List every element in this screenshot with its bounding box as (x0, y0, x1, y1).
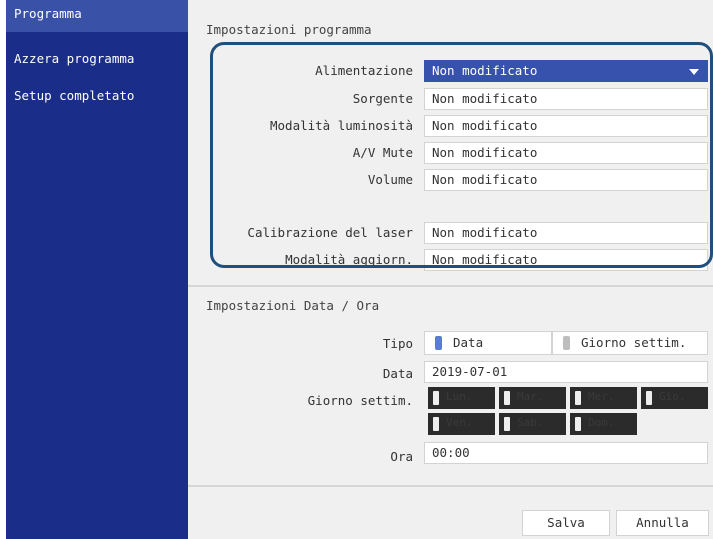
radio-unselected-icon (563, 336, 570, 350)
av-mute-select[interactable]: Non modificato (424, 142, 708, 164)
save-button[interactable]: Salva (522, 510, 610, 536)
sorgente-select[interactable]: Non modificato (424, 88, 708, 110)
weekday-toggle-mer[interactable]: Mer. (570, 387, 637, 409)
modalita-aggiorn-select[interactable]: Non modificato (424, 249, 708, 271)
sidebar-item-label: Programma (14, 6, 82, 21)
select-value: Non modificato (432, 63, 538, 78)
weekday-toggle-dom[interactable]: Dom. (570, 413, 637, 435)
checkbox-icon (504, 391, 510, 405)
checkbox-icon (575, 391, 581, 405)
label-ora: Ora (390, 449, 413, 464)
projector-menu-window: Programma Azzera programma Setup complet… (6, 0, 713, 539)
volume-select[interactable]: Non modificato (424, 169, 708, 191)
radio-selected-icon (435, 336, 442, 350)
label-tipo: Tipo (382, 336, 413, 351)
weekday-label: Dom. (588, 416, 615, 429)
weekday-label: Lun. (446, 390, 473, 403)
checkbox-icon (504, 417, 510, 431)
checkbox-icon (575, 417, 581, 431)
alimentazione-select[interactable]: Non modificato (424, 60, 708, 82)
label-modalita-aggiorn: Modalità aggiorn. (285, 252, 413, 267)
checkbox-icon (433, 417, 439, 431)
label-data: Data (382, 366, 413, 381)
weekday-toggle-lun[interactable]: Lun. (428, 387, 495, 409)
weekday-label: Mer. (588, 390, 615, 403)
section-divider (188, 285, 713, 287)
checkbox-icon (433, 391, 439, 405)
label-volume: Volume (367, 172, 413, 187)
time-field[interactable]: 00:00 (424, 442, 708, 464)
cancel-button[interactable]: Annulla (616, 510, 709, 536)
sidebar-item-label: Setup completato (14, 88, 135, 103)
sidebar-item-label: Azzera programma (14, 51, 135, 66)
radio-label: Giorno settim. (581, 335, 687, 350)
checkbox-icon (646, 391, 652, 405)
date-field[interactable]: 2019-07-01 (424, 361, 708, 383)
section-title-program-settings: Impostazioni programma (206, 22, 372, 37)
weekday-label: Gio. (659, 390, 686, 403)
label-giorno-settim: Giorno settim. (307, 393, 413, 408)
modalita-luminosita-select[interactable]: Non modificato (424, 115, 708, 137)
weekday-toggle-sab[interactable]: Sab. (499, 413, 566, 435)
label-calibrazione-laser: Calibrazione del laser (247, 225, 413, 240)
label-sorgente: Sorgente (352, 91, 413, 106)
chevron-down-icon (689, 69, 699, 75)
tipo-option-giorno-settim[interactable]: Giorno settim. (552, 331, 708, 355)
sidebar: Programma Azzera programma Setup complet… (6, 0, 188, 539)
weekday-toggle-ven[interactable]: Ven. (428, 413, 495, 435)
label-modalita-luminosita: Modalità luminosità (270, 118, 413, 133)
radio-label: Data (453, 335, 484, 350)
sidebar-item-azzera-programma[interactable]: Azzera programma (6, 45, 188, 77)
sidebar-item-setup-completato[interactable]: Setup completato (6, 82, 188, 114)
section-title-datetime-settings: Impostazioni Data / Ora (206, 298, 380, 313)
section-divider (188, 485, 713, 487)
weekday-toggle-mar[interactable]: Mar. (499, 387, 566, 409)
label-alimentazione: Alimentazione (315, 63, 413, 78)
weekday-label: Sab. (517, 416, 544, 429)
label-av-mute: A/V Mute (352, 145, 413, 160)
weekday-label: Mar. (517, 390, 544, 403)
weekday-label: Ven. (446, 416, 473, 429)
main-panel: Impostazioni programma Alimentazione Non… (188, 0, 713, 539)
sidebar-item-programma[interactable]: Programma (6, 0, 188, 32)
weekday-toggle-gio[interactable]: Gio. (641, 387, 708, 409)
tipo-option-data[interactable]: Data (424, 331, 552, 355)
calibrazione-laser-select[interactable]: Non modificato (424, 222, 708, 244)
